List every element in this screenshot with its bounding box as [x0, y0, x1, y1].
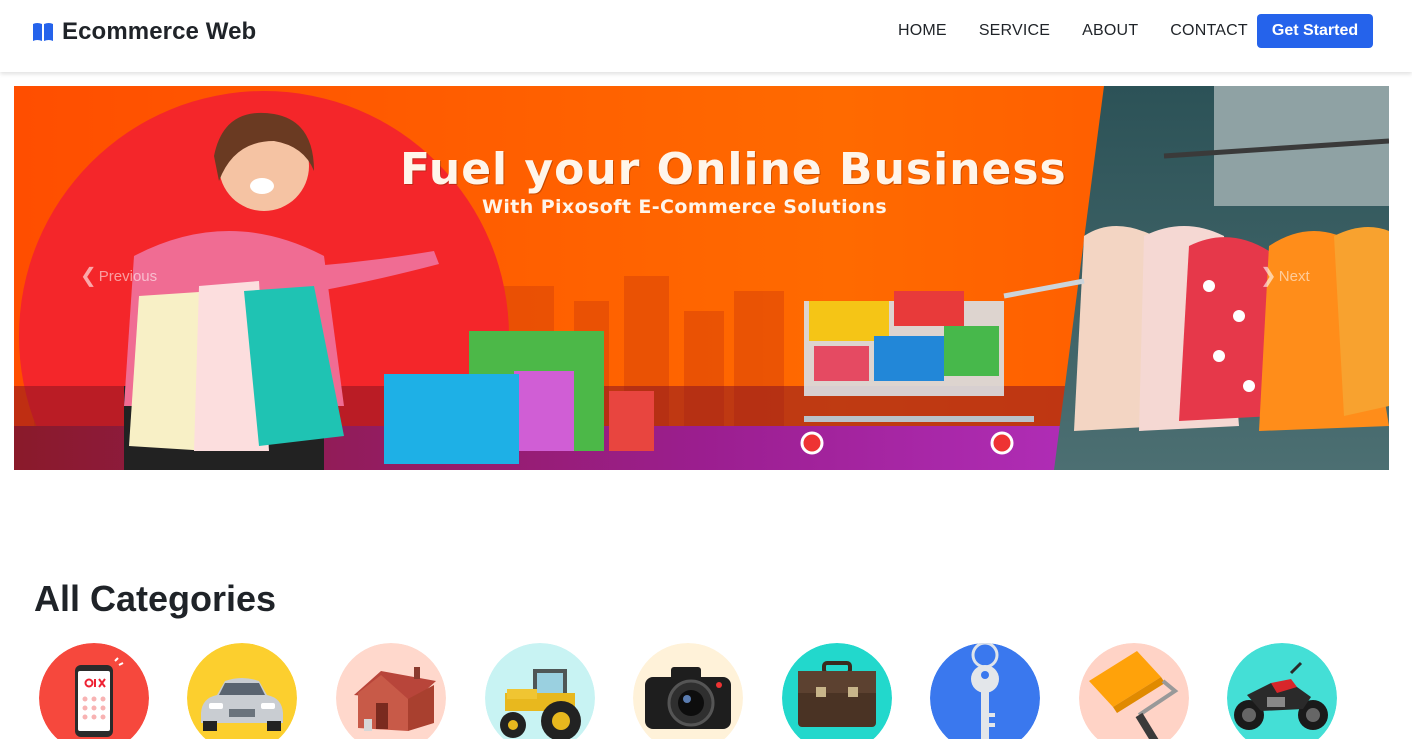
- camera-icon: [633, 643, 743, 739]
- category-phone[interactable]: [39, 643, 149, 739]
- house-icon: [336, 643, 446, 739]
- category-car[interactable]: [187, 643, 297, 739]
- category-paint-roller[interactable]: [1079, 643, 1189, 739]
- category-house[interactable]: [336, 643, 446, 739]
- hero-carousel: Fuel your Online Business With Pixosoft …: [14, 86, 1389, 470]
- nav-link-home[interactable]: HOME: [898, 22, 947, 40]
- category-camera[interactable]: [633, 643, 743, 739]
- carousel-previous[interactable]: ❮ Previous: [80, 266, 157, 286]
- paint-roller-icon: [1079, 643, 1189, 739]
- key-icon: [930, 643, 1040, 739]
- category-motorcycle[interactable]: [1227, 643, 1337, 739]
- brand-link[interactable]: Ecommerce Web: [32, 18, 256, 46]
- open-book-icon: [32, 22, 54, 42]
- category-key[interactable]: [930, 643, 1040, 739]
- nav-link-contact[interactable]: CONTACT: [1170, 22, 1248, 40]
- navbar: Ecommerce Web HOME SERVICE ABOUT CONTACT…: [0, 0, 1412, 72]
- category-list: [39, 643, 1399, 739]
- banner-subheadline: With Pixosoft E-Commerce Solutions: [482, 196, 888, 218]
- phone-icon: [39, 643, 149, 739]
- get-started-button[interactable]: Get Started: [1257, 14, 1373, 48]
- nav-link-about[interactable]: ABOUT: [1082, 22, 1138, 40]
- car-icon: [187, 643, 297, 739]
- category-tractor[interactable]: [485, 643, 595, 739]
- brand-name: Ecommerce Web: [62, 18, 257, 45]
- carousel-next[interactable]: ❯ Next: [1260, 266, 1310, 286]
- tractor-icon: [485, 643, 595, 739]
- carousel-next-label: Next: [1278, 267, 1310, 285]
- chevron-right-icon: ❯: [1260, 265, 1277, 287]
- chevron-left-icon: ❮: [80, 265, 97, 287]
- briefcase-icon: [782, 643, 892, 739]
- categories-title: All Categories: [34, 578, 277, 619]
- carousel-previous-label: Previous: [98, 267, 158, 285]
- banner-headline: Fuel your Online Business: [400, 144, 1067, 195]
- category-briefcase[interactable]: [782, 643, 892, 739]
- nav-link-service[interactable]: SERVICE: [979, 22, 1050, 40]
- nav-links: HOME SERVICE ABOUT CONTACT: [898, 22, 1248, 40]
- motorcycle-icon: [1227, 643, 1337, 739]
